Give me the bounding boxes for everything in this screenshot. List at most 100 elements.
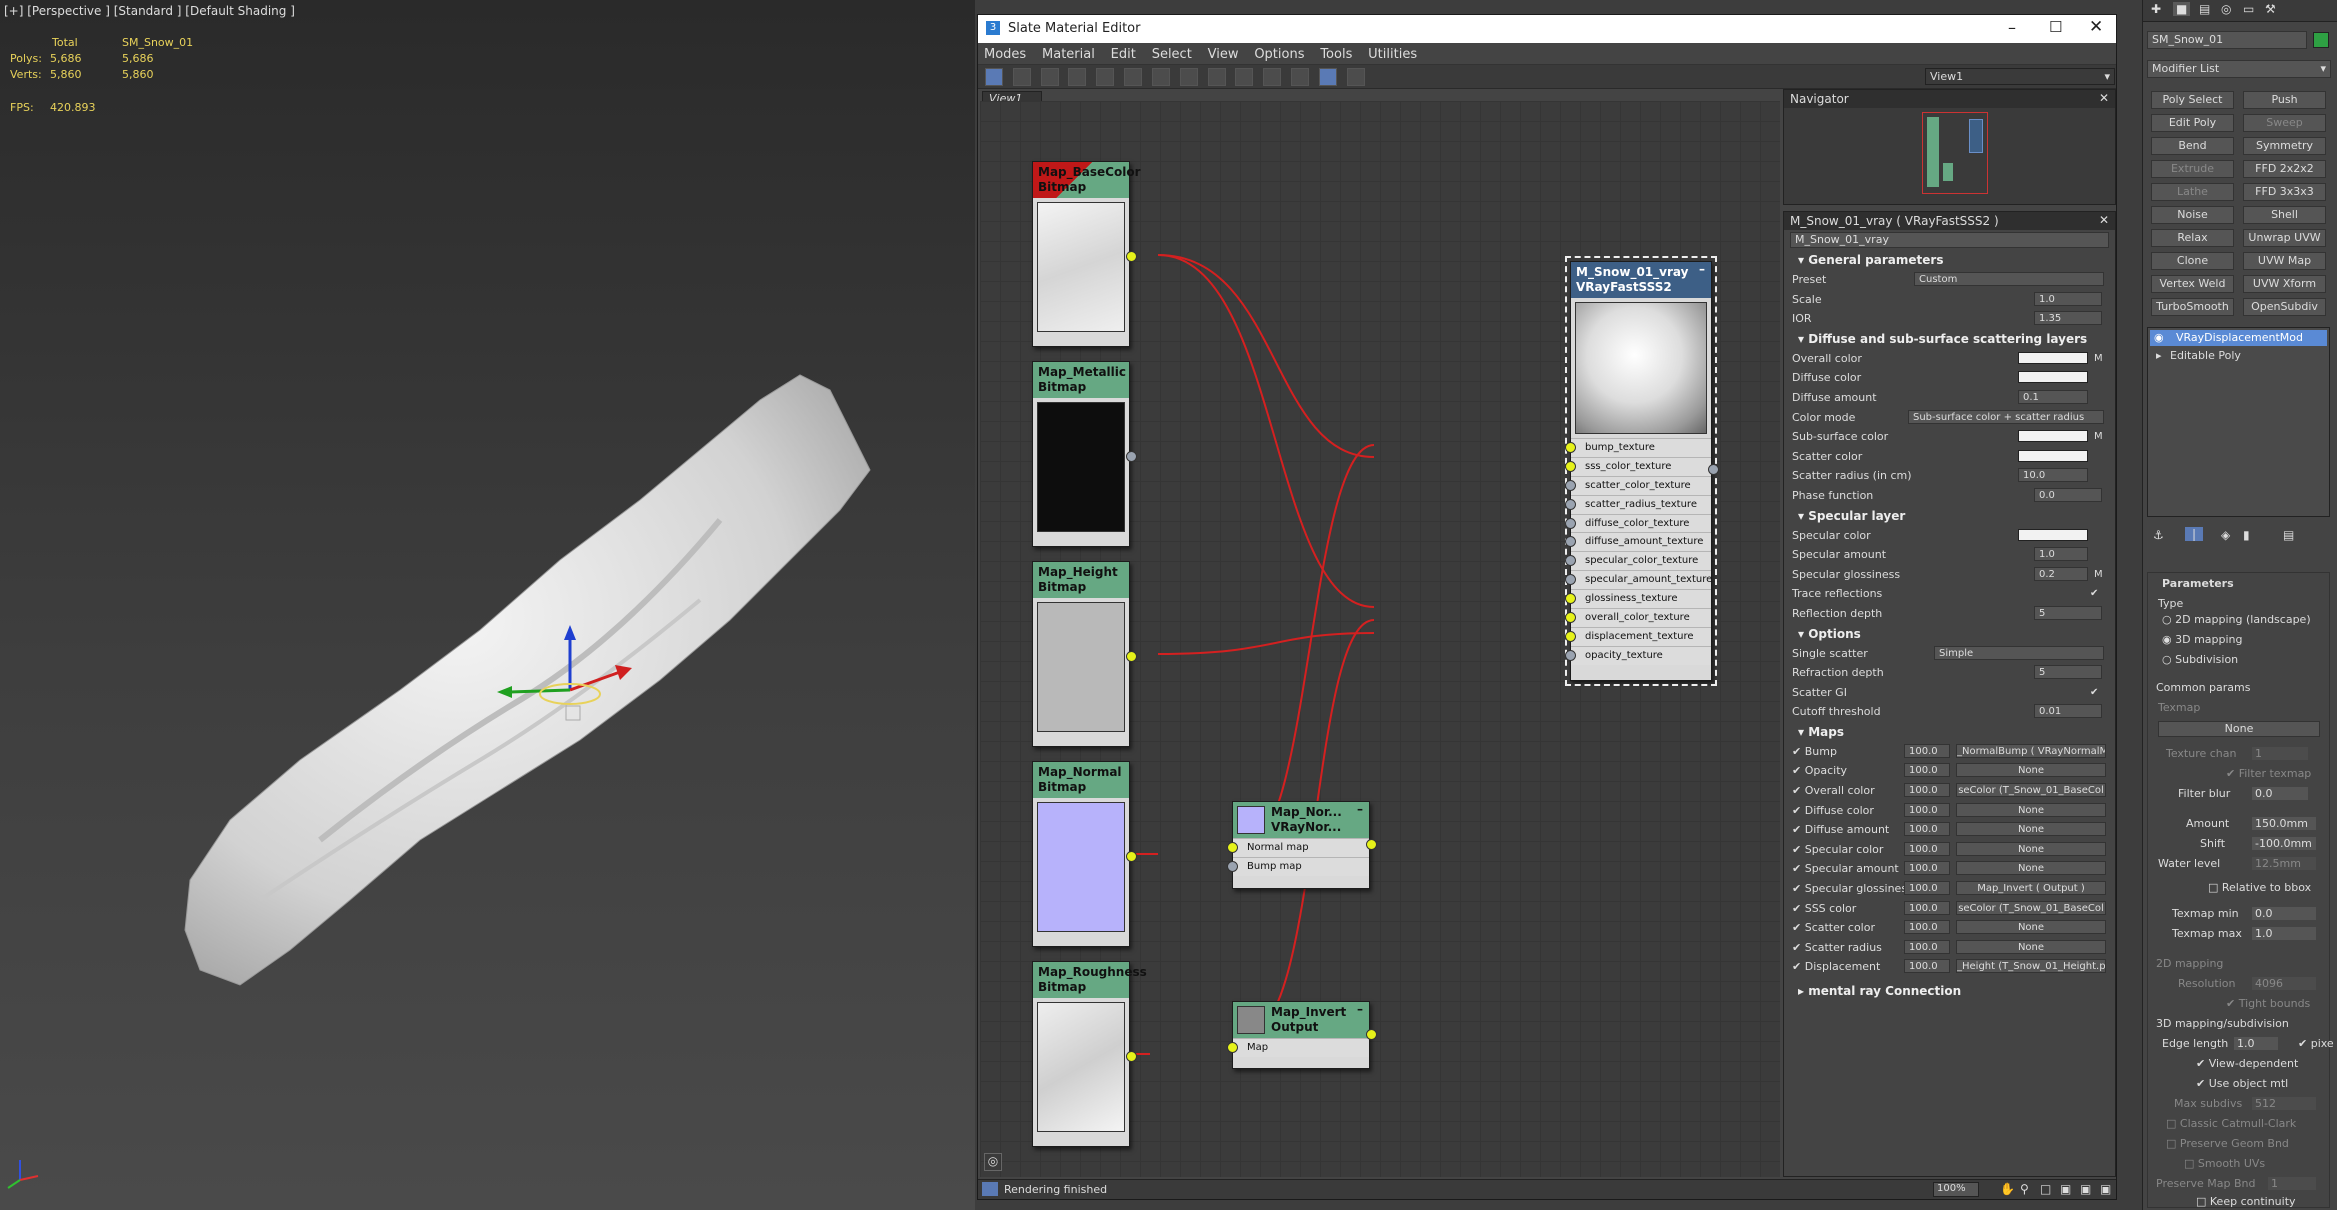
maximize-icon[interactable]: ☐ [2049,18,2062,36]
minimize-icon[interactable]: – [2008,18,2016,37]
collapse-icon[interactable]: – [1357,1002,1363,1017]
material-slot-displacement-texture[interactable]: displacement_texture [1565,626,1711,646]
layout-all-icon[interactable] [1207,68,1226,86]
input-socket[interactable] [1565,574,1576,586]
navigator-viewport[interactable] [1922,112,1988,194]
slot-bump-map[interactable]: Bump map [1227,857,1369,876]
specular-color-swatch[interactable] [2018,528,2088,541]
map-enable-checkbox[interactable]: ✔ [1792,960,1805,973]
modifier-button-shell[interactable]: Shell [2243,206,2326,224]
material-slot-scatter-color-texture[interactable]: scatter_color_texture [1565,475,1711,495]
classic-catmull-checkbox[interactable]: □ Classic Catmull-Clark [2166,1117,2296,1130]
map-amount-spinner[interactable]: 100.0 [1904,763,1950,778]
reflection-depth-spinner[interactable]: 5 [2034,605,2102,620]
map-m-button[interactable]: M [2094,349,2103,368]
input-socket[interactable] [1565,649,1576,661]
material-slot-diffuse-color-texture[interactable]: diffuse_color_texture [1565,513,1711,533]
filter-blur-spinner[interactable]: 0.0 [2252,787,2308,800]
view-dependent-checkbox[interactable]: ✔ View-dependent [2196,1057,2298,1070]
close-icon[interactable]: ✕ [2099,91,2109,105]
zoom-extents-icon[interactable]: ▣ [2060,1182,2071,1196]
perspective-viewport[interactable]: [+] [Perspective ] [Standard ] [Default … [0,0,975,1210]
node-graph-canvas[interactable]: Map_BaseColor Bitmap Map_Metallic Bitmap M… [980,101,1780,1177]
scatter-color-swatch[interactable] [2018,449,2088,462]
modifier-button-bend[interactable]: Bend [2151,137,2234,155]
node-map-height[interactable]: Map_Height Bitmap [1032,561,1137,747]
material-slot-bump-texture[interactable]: bump_texture [1565,438,1711,457]
shift-spinner[interactable]: -100.0mm [2252,837,2316,850]
maximize-view-icon[interactable]: ▣ [2100,1182,2111,1196]
hide-unused-icon[interactable] [1124,68,1143,86]
section-maps[interactable]: ▾ Maps [1784,722,2115,742]
select-tool-icon[interactable] [985,68,1003,86]
node-map-roughness[interactable]: Map_Roughness Bitmap [1032,961,1147,1147]
modifier-button-opensubdiv[interactable]: OpenSubdiv [2243,298,2326,316]
map-enable-checkbox[interactable]: ✔ [1792,882,1805,895]
output-socket[interactable] [1366,839,1377,850]
use-object-mtl-checkbox[interactable]: ✔ Use object mtl [2196,1077,2288,1090]
show-end-result-icon[interactable]: ❘ [2185,527,2204,541]
map-amount-spinner[interactable]: 100.0 [1904,939,1950,954]
zoom-extents-selected-icon[interactable]: ▣ [2080,1182,2091,1196]
section-options[interactable]: ▾ Options [1784,624,2115,644]
collapse-icon[interactable]: – [1357,802,1363,817]
material-slot-diffuse-amount-texture[interactable]: diffuse_amount_texture [1565,532,1711,552]
map-slot-button[interactable]: seColor (T_Snow_01_BaseCol [1956,783,2106,798]
view-dropdown[interactable]: View1 ▾ [1925,68,2115,85]
cutoff-threshold-spinner[interactable]: 0.01 [2034,704,2102,719]
input-socket[interactable] [1565,536,1576,548]
keep-continuity-checkbox[interactable]: □ Keep continuity [2196,1195,2296,1208]
map-slot-button[interactable]: None [1956,939,2106,954]
input-socket[interactable] [1565,442,1576,453]
max-subdivs-spinner[interactable]: 512 [2252,1097,2316,1110]
section-specular[interactable]: ▾ Specular layer [1784,506,2115,526]
ior-spinner[interactable]: 1.35 [2034,311,2102,326]
map-slot-button[interactable]: seColor (T_Snow_01_BaseCol [1956,900,2106,915]
node-map-basecolor[interactable]: Map_BaseColor Bitmap [1032,161,1140,347]
material-slot-specular-color-texture[interactable]: specular_color_texture [1565,551,1711,571]
map-slot-button[interactable]: None [1956,841,2106,856]
amount-spinner[interactable]: 150.0mm [2252,817,2316,830]
node-map-metallic[interactable]: Map_Metallic Bitmap [1032,361,1137,547]
water-level-spinner[interactable]: 12.5mm [2252,857,2316,870]
trace-reflections-checkbox[interactable]: ✔ [2090,584,2098,603]
show-map-icon[interactable] [1151,68,1170,86]
material-slot-scatter-radius-texture[interactable]: scatter_radius_texture [1565,494,1711,514]
menu-tools[interactable]: Tools [1320,47,1352,62]
zoom-dropdown[interactable]: 100% [1933,1182,1979,1197]
section-mental-ray[interactable]: ▸ mental ray Connection [1784,981,2115,1001]
modifier-button-lathe[interactable]: Lathe [2151,183,2234,201]
parameter-editor-icon[interactable] [1291,68,1310,86]
map-enable-checkbox[interactable]: ✔ [1792,843,1805,856]
motion-tab-icon[interactable]: ◎ [2221,2,2231,16]
map-amount-spinner[interactable]: 100.0 [1904,881,1950,896]
section-diffuse[interactable]: ▾ Diffuse and sub-surface scattering lay… [1784,329,2115,349]
command-panel[interactable]: ✚ ■ ▤ ◎ ▭ ⚒ SM_Snow_01 Modifier List ▾ Po… [2142,0,2337,1210]
single-scatter-dropdown[interactable]: Simple [1934,645,2104,660]
modifier-button-poly-select[interactable]: Poly Select [2151,91,2234,109]
section-general[interactable]: ▾ General parameters [1784,250,2115,270]
make-unique-icon[interactable]: ◈ [2221,528,2230,542]
display-tab-icon[interactable]: ▭ [2243,2,2254,16]
slate-material-editor-window[interactable]: 3 Slate Material Editor – ☐ ✕ Modes Mate… [977,14,2117,1200]
parameter-editor-panel[interactable]: M_Snow_01_vray ( VRayFastSSS2 ) ✕ M_Snow_… [1783,211,2116,1177]
map-enable-checkbox[interactable]: ✔ [1792,784,1805,797]
editor-titlebar[interactable]: 3 Slate Material Editor – ☐ ✕ [978,15,2116,43]
menu-edit[interactable]: Edit [1111,47,1136,62]
menu-utilities[interactable]: Utilities [1368,47,1417,62]
expand-icon[interactable]: ▸ [2156,348,2162,364]
slot-map[interactable]: Map [1227,1038,1369,1057]
subsurface-color-swatch[interactable] [2018,430,2088,443]
smooth-uvs-checkbox[interactable]: □ Smooth UVs [2184,1157,2265,1170]
layout-children-icon[interactable] [1235,68,1254,86]
material-slot-sss-color-texture[interactable]: sss_color_texture [1565,456,1711,476]
map-slot-button[interactable]: None [1956,822,2106,837]
material-name-field[interactable]: M_Snow_01_vray [1790,232,2109,248]
modifier-button-relax[interactable]: Relax [2151,229,2234,247]
snow-mesh-object[interactable] [0,0,975,1210]
modifier-button-uvw-map[interactable]: UVW Map [2243,252,2326,270]
close-icon[interactable]: ✕ [2089,17,2103,37]
menu-modes[interactable]: Modes [984,47,1026,62]
input-socket[interactable] [1565,479,1576,491]
navigator-toggle-icon[interactable] [1318,68,1337,86]
